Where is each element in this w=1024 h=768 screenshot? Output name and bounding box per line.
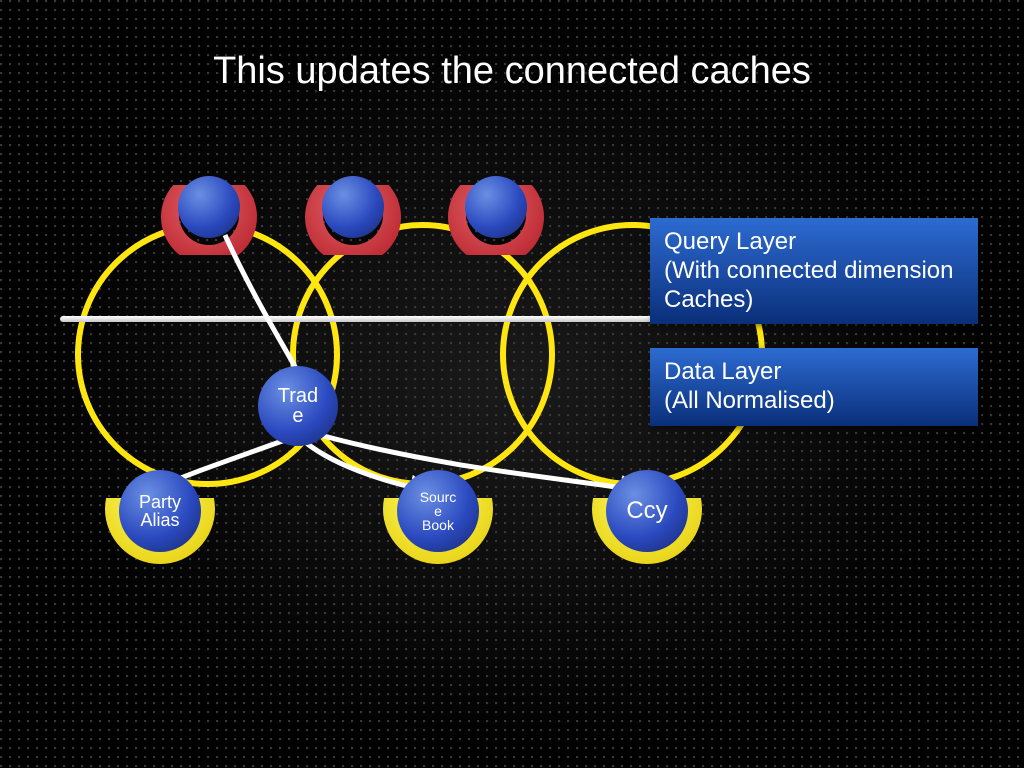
party-alias-node: PartyAlias (119, 470, 201, 552)
slide-title: This updates the connected caches (0, 50, 1024, 93)
query-cache-node-3 (465, 176, 527, 238)
source-book-node: SourceBook (397, 470, 479, 552)
trade-node: Trade (258, 366, 338, 446)
data-layer-label: Data Layer(All Normalised) (650, 348, 978, 426)
ccy-node: Ccy (606, 470, 688, 552)
query-cache-node-2 (322, 176, 384, 238)
query-layer-label: Query Layer(With connected dimension Cac… (650, 218, 978, 324)
query-cache-node-1 (178, 176, 240, 238)
